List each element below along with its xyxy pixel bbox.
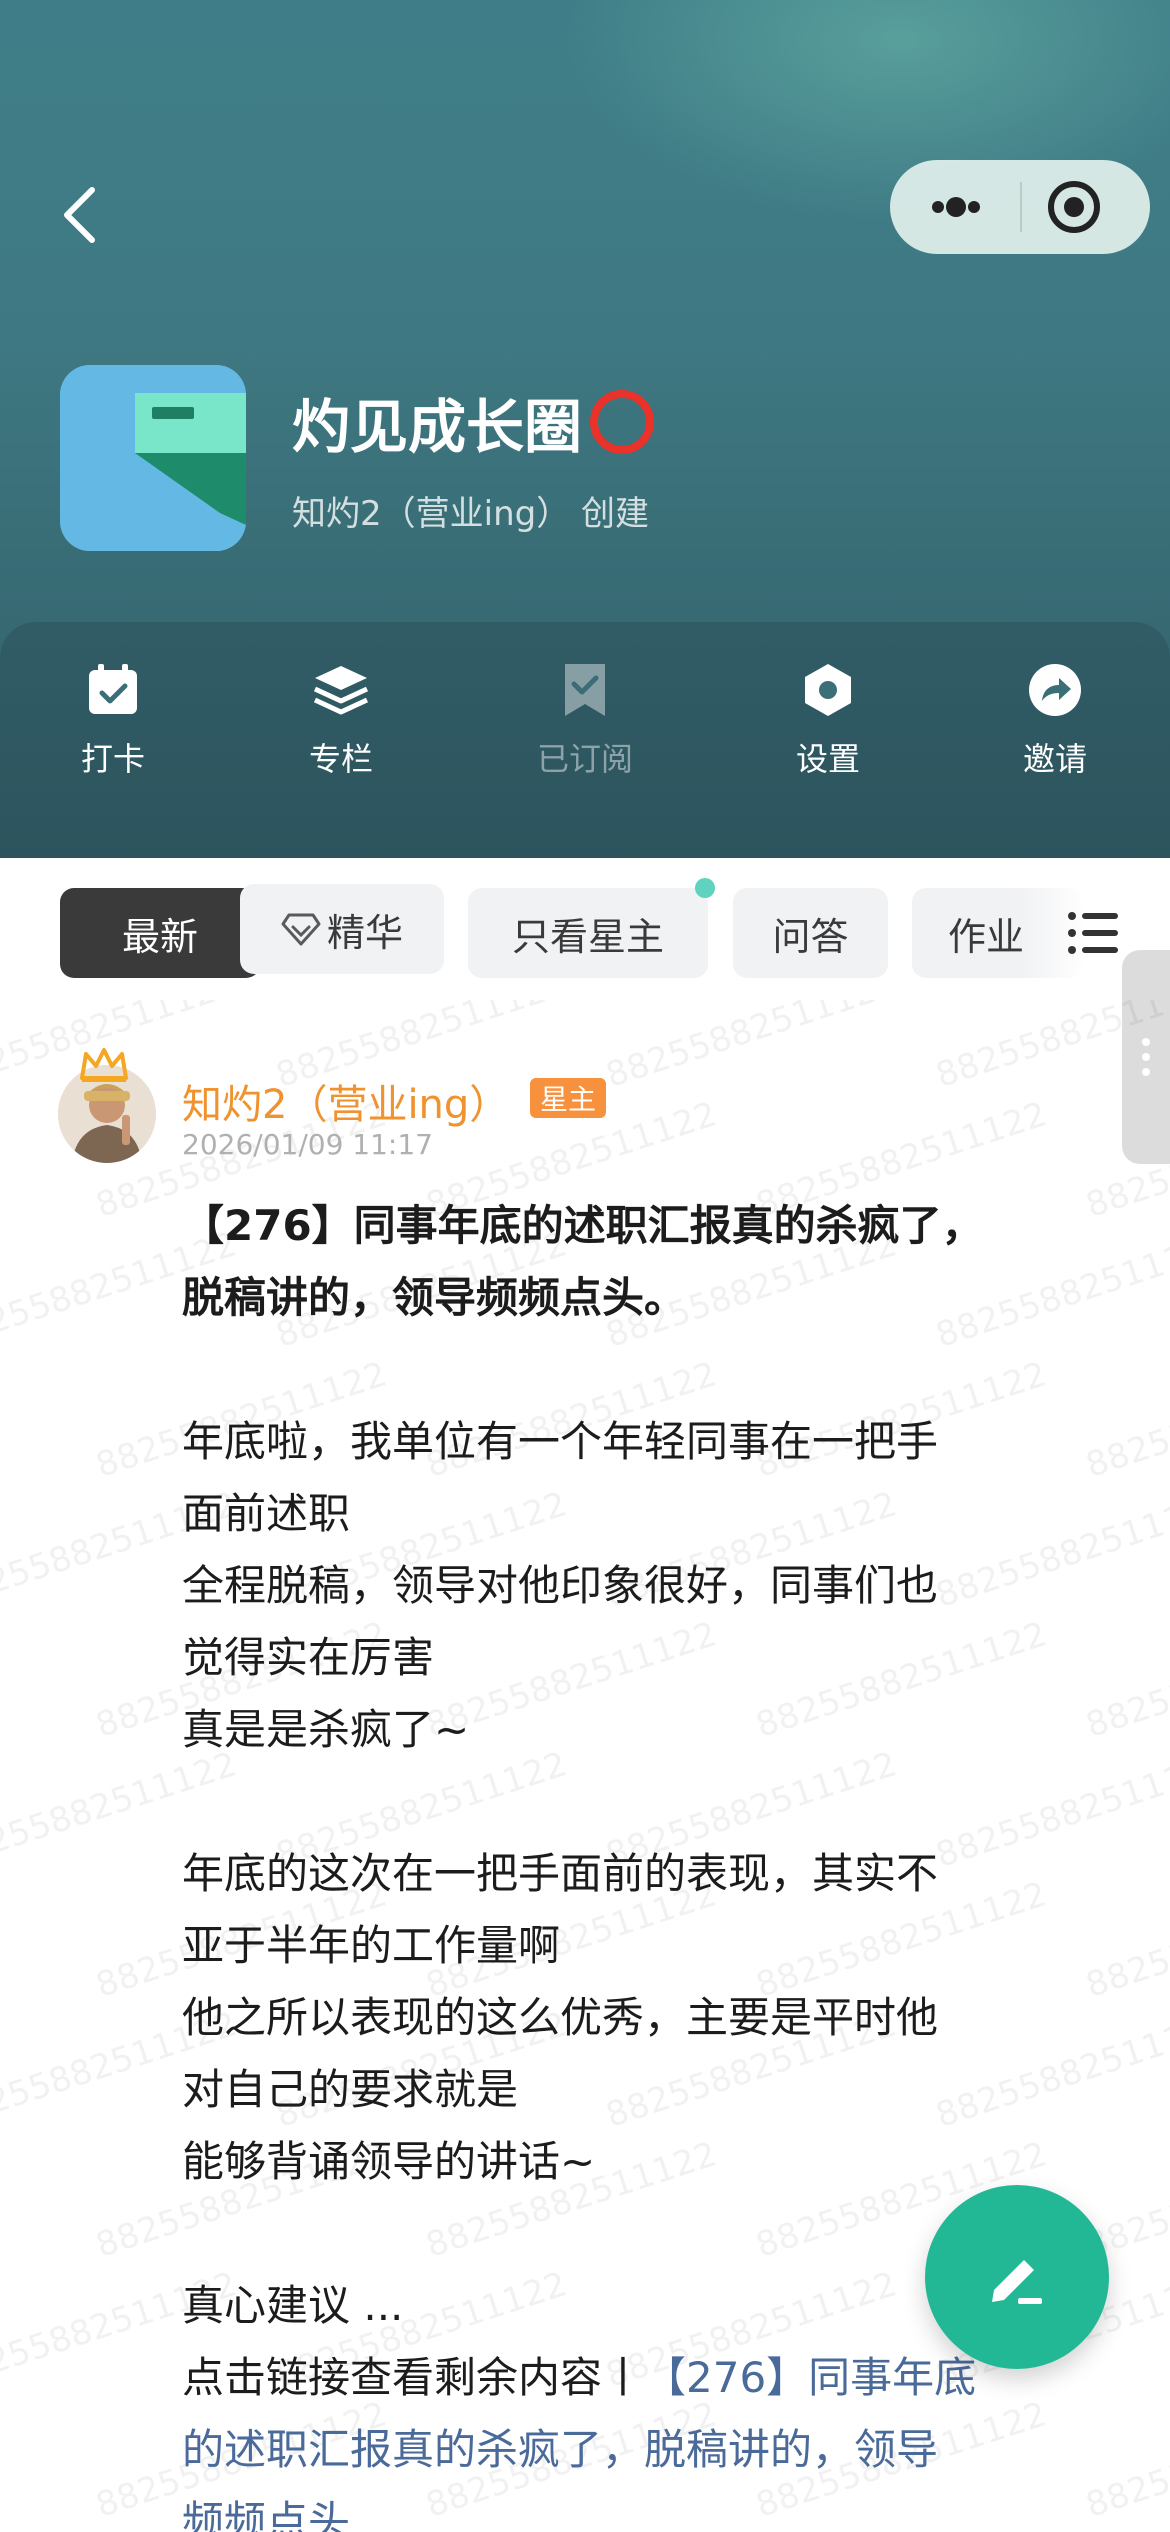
back-icon[interactable]: [52, 175, 112, 255]
circle-title: 灼见成长圈: [292, 380, 655, 464]
action-checkin[interactable]: 打卡: [23, 660, 203, 810]
action-settings[interactable]: 设置: [738, 660, 918, 810]
post-text-line: 年底的这次在一把手面前的表现，其实不: [182, 1849, 939, 1898]
tab-label: 最新: [121, 914, 198, 959]
tab-label: 问答: [772, 914, 849, 959]
post-title-line: 脱稿讲的，领导频频点头。: [182, 1273, 687, 1322]
post-text-line: 年底啦，我单位有一个年轻同事在一把手: [182, 1417, 939, 1466]
circle-header: 灼见成长圈 知灼2（营业ing） 创建 打卡 专栏 已订阅 设置 邀请: [0, 0, 1170, 860]
link-lead-text: 点击链接查看剩余内容丨: [182, 2353, 645, 2402]
tab-label: 精华: [326, 910, 403, 955]
watermark-text: 88255882511122: [1081, 1874, 1170, 2006]
more-icon[interactable]: [890, 160, 1020, 254]
filter-tabs: 最新 精华 只看星主 问答 作业: [0, 858, 1170, 1008]
watermark-text: 88255882511122: [1081, 2394, 1170, 2526]
action-label: 已订阅: [536, 740, 633, 778]
action-column[interactable]: 专栏: [251, 660, 431, 810]
diamond-icon: [281, 913, 321, 946]
post-title-line: 【276】同事年底的述职汇报真的杀疯了，: [182, 1201, 984, 1250]
post-text-line: 觉得实在厉害: [182, 1633, 435, 1682]
side-drawer-handle[interactable]: [1122, 950, 1170, 1164]
tab-qa[interactable]: 问答: [733, 888, 888, 978]
post-text-line: 全程脱稿，领导对他印象很好，同事们也: [182, 1561, 939, 1610]
post-text-line: 亚于半年的工作量啊: [182, 1921, 561, 1970]
layers-icon: [313, 666, 369, 715]
new-indicator-dot: [695, 878, 715, 898]
red-circle-emoji-icon: [590, 390, 655, 454]
post-text-line: 对自己的要求就是: [182, 2065, 519, 2114]
share-arrow-icon: [1029, 664, 1081, 716]
owner-badge: 星主: [530, 1078, 607, 1118]
close-miniprogram-icon[interactable]: [1022, 160, 1150, 254]
action-bar: 打卡 专栏 已订阅 设置 邀请: [0, 622, 1170, 860]
tab-list-icon[interactable]: [1064, 906, 1122, 960]
article-link[interactable]: 频频点头: [182, 2486, 1082, 2532]
watermark-text: 88255882511122: [601, 1000, 902, 1096]
post-text-line: 他之所以表现的这么优秀，主要是平时他: [182, 1993, 939, 2042]
compose-button[interactable]: [925, 2185, 1109, 2369]
post-text-line: 能够背诵领导的讲话~: [182, 2137, 596, 2186]
bookmark-check-icon: [565, 664, 605, 716]
tab-owner-only[interactable]: 只看星主: [468, 888, 708, 978]
action-label: 打卡: [80, 740, 145, 778]
post-text-line: 面前述职: [182, 1489, 351, 1538]
action-subscribed[interactable]: 已订阅: [495, 660, 675, 810]
action-label: 设置: [795, 740, 860, 778]
handle-dot: [1142, 1038, 1150, 1046]
tab-label: 只看星主: [511, 914, 664, 959]
tab-latest[interactable]: 最新: [60, 888, 260, 978]
tab-label: 作业: [948, 914, 1025, 959]
checkin-calendar-icon: [89, 664, 137, 714]
circle-creator: 知灼2（营业ing） 创建: [292, 494, 650, 534]
hexagon-settings-icon: [805, 664, 851, 716]
post-link-line[interactable]: 点击链接查看剩余内容丨【276】同事年底: [182, 2342, 1082, 2414]
post-text-line: 真是是杀疯了~: [182, 1705, 470, 1754]
author-name[interactable]: 知灼2（营业ing）: [182, 1072, 509, 1130]
crown-icon: [80, 1048, 128, 1082]
action-label: 专栏: [308, 740, 373, 778]
post-time: 2026/01/09 11:17: [182, 1128, 433, 1161]
miniprogram-capsule: [890, 160, 1150, 254]
action-label: 邀请: [1022, 740, 1087, 778]
circle-logo: [60, 365, 246, 551]
watermark-text: 88255882511122: [1081, 1354, 1170, 1486]
handle-dot: [1142, 1068, 1150, 1076]
article-link[interactable]: 【276】同事年底: [644, 2353, 976, 2402]
pencil-icon: [992, 2260, 1042, 2304]
article-link[interactable]: 的述职汇报真的杀疯了，脱稿讲的，领导: [182, 2414, 1082, 2486]
tab-featured[interactable]: 精华: [240, 884, 444, 974]
watermark-text: 88255882511122: [1081, 1614, 1170, 1746]
handle-dot: [1142, 1053, 1150, 1061]
action-invite[interactable]: 邀请: [965, 660, 1145, 810]
